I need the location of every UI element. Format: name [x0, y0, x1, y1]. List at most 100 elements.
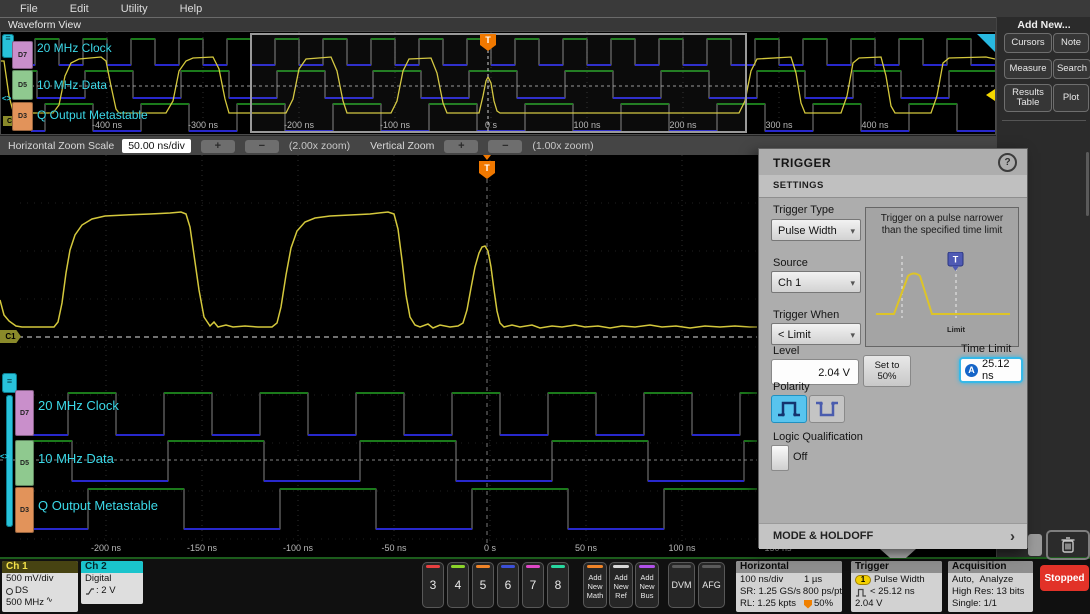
channel-button-7[interactable]: 7 — [522, 562, 544, 608]
channel-button-3[interactable]: 3 — [422, 562, 444, 608]
main-digital-group-bar[interactable] — [6, 395, 13, 527]
add-new-math-button[interactable]: Add New Math — [583, 562, 607, 608]
acquisition-badge[interactable]: Acquisition Auto, Analyze High Res: 13 b… — [948, 561, 1033, 612]
tab-settings[interactable]: SETTINGS — [773, 180, 824, 191]
trigger-panel-tabs: SETTINGS — [759, 175, 1027, 198]
ch1-badge[interactable]: Ch 1 500 mV/div DS 500 MHz ∿ — [2, 561, 78, 612]
trigger-type-label: Trigger Type — [773, 204, 835, 216]
trigger-badge[interactable]: Trigger 1 Pulse Width < 25.12 ns 2.04 V — [851, 561, 942, 612]
ch2-mode: Digital — [85, 573, 112, 584]
trigger-description-box: Trigger on a pulse narrower than the spe… — [865, 207, 1019, 347]
horizontal-badge[interactable]: Horizontal 100 ns/div 1 µs SR: 1.25 GS/s 8… — [736, 561, 842, 612]
mode-holdoff-bar[interactable]: MODE & HOLDOFF › — [759, 523, 1027, 549]
axis-tick-label: -400 ns — [91, 120, 123, 130]
main-d7-badge[interactable]: D7 — [15, 390, 34, 436]
afg-button[interactable]: AFG — [698, 562, 725, 608]
overview-plot: T — [1, 32, 995, 133]
chevron-down-icon: ▾ — [850, 226, 855, 236]
set-to-50-button[interactable]: Set to 50% — [863, 355, 911, 387]
menu-edit[interactable]: Edit — [58, 3, 101, 15]
main-d5-label: 10 MHz Data — [38, 451, 114, 466]
channel-button-8[interactable]: 8 — [547, 562, 569, 608]
zoom-window-box[interactable] — [250, 33, 747, 133]
horizontal-scale: 100 ns/div — [740, 574, 784, 585]
horizontal-duration: 1 µs — [804, 574, 823, 585]
diagram-trigger-flag-label: T — [953, 255, 959, 265]
vertical-zoom-out-button[interactable]: − — [488, 139, 523, 153]
axis-tick-label: 100 ns — [573, 120, 601, 130]
horizontal-zoom-scale-value[interactable]: 50.00 ns/div — [122, 139, 191, 153]
trigger-settings-panel: TRIGGER ? SETTINGS Trigger Type Pulse Wi… — [758, 148, 1028, 549]
help-icon[interactable]: ? — [998, 153, 1017, 172]
source-dropdown[interactable]: Ch 1 ▾ — [771, 271, 861, 293]
trigger-level-arrow-icon[interactable] — [986, 89, 995, 101]
horizontal-zoom-scale-label: Horizontal Zoom Scale — [8, 140, 115, 152]
trigger-description-text: Trigger on a pulse narrower than the spe… — [880, 213, 1004, 236]
acquisition-single: Single: 1/1 — [952, 598, 997, 609]
digital-group-expand-icon[interactable]: <> — [0, 452, 9, 461]
polarity-positive-button[interactable] — [771, 395, 807, 423]
overview-d7-label: 20 MHz Clock — [37, 41, 112, 55]
positive-pulse-icon — [778, 401, 800, 417]
overview-d7-badge[interactable]: D7 — [12, 41, 33, 69]
channel-color-stripe — [451, 565, 465, 568]
main-d3-badge[interactable]: D3 — [15, 487, 34, 533]
trigger-type-dropdown[interactable]: Pulse Width ▾ — [771, 219, 861, 241]
tab-waveform-view[interactable]: Waveform View — [0, 17, 1004, 32]
channel-button-4[interactable]: 4 — [447, 562, 469, 608]
main-trigger-flag-label: T — [484, 163, 490, 173]
axis-tick-label: 300 ns — [765, 120, 793, 130]
knob-a-icon: A — [965, 363, 978, 377]
dvm-stripe — [672, 565, 691, 568]
add-cursors-button[interactable]: Cursors — [1004, 33, 1052, 53]
menu-utility[interactable]: Utility — [109, 3, 160, 15]
channel-color-stripe — [551, 565, 565, 568]
channel-button-6[interactable]: 6 — [497, 562, 519, 608]
stopped-status-button[interactable]: Stopped — [1040, 565, 1089, 591]
polarity-negative-button[interactable] — [809, 395, 845, 423]
digital-group-expand-icon[interactable]: <> — [2, 94, 11, 103]
horizontal-record-length: RL: 1.25 kpts — [740, 598, 796, 609]
add-new-bus-button[interactable]: Add New Bus — [635, 562, 659, 608]
add-new-ref-button[interactable]: Add New Ref — [609, 562, 633, 608]
trigger-when-dropdown[interactable]: < Limit ▾ — [771, 323, 861, 345]
add-search-button[interactable]: Search — [1053, 59, 1090, 79]
axis-tick-label: 0 s — [484, 120, 497, 130]
add-measure-button[interactable]: Measure — [1004, 59, 1052, 79]
partially-hidden-button[interactable] — [1028, 534, 1042, 556]
logic-qualification-toggle[interactable] — [771, 445, 789, 471]
menu-bar: File Edit Utility Help — [0, 0, 1090, 18]
main-d7-label: 20 MHz Clock — [38, 398, 119, 413]
channel-button-label: 3 — [429, 578, 437, 592]
horizontal-zoom-out-button[interactable]: − — [244, 139, 279, 153]
sidebar-divider — [1002, 120, 1086, 121]
trigger-panel-title: TRIGGER — [773, 156, 832, 170]
main-d5-badge[interactable]: D5 — [15, 440, 34, 486]
sidebar-scrollbar[interactable] — [1086, 152, 1089, 216]
add-results-table-button[interactable]: Results Table — [1004, 84, 1052, 112]
pulse-width-diagram: T Limit — [876, 252, 1010, 334]
add-plot-button[interactable]: Plot — [1053, 84, 1089, 112]
ch2-badge[interactable]: Ch 2 Digital : 2 V — [81, 561, 143, 604]
add-button-label: Add New Ref — [613, 573, 629, 600]
menu-help[interactable]: Help — [168, 3, 215, 15]
horizontal-zoom-in-button[interactable]: + — [200, 139, 235, 153]
axis-tick-label: 400 ns — [861, 120, 889, 130]
add-button-color-stripe — [639, 565, 655, 568]
delete-button[interactable] — [1046, 530, 1090, 560]
horizontal-badge-title: Horizontal — [736, 561, 842, 573]
add-note-button[interactable]: Note — [1053, 33, 1089, 53]
chevron-right-icon: › — [1010, 528, 1015, 545]
channel-button-row: 3 4 5 6 7 8 — [422, 562, 569, 608]
draw-zoom-box-icon[interactable] — [977, 34, 995, 52]
time-limit-input[interactable]: A 25.12 ns — [959, 357, 1023, 383]
menu-file[interactable]: File — [8, 3, 50, 15]
axis-tick-label: -100 ns — [282, 543, 314, 553]
overview-d5-badge[interactable]: D5 — [12, 70, 33, 100]
dvm-button[interactable]: DVM — [668, 562, 695, 608]
channel-button-5[interactable]: 5 — [472, 562, 494, 608]
overview-trigger-flag-label: T — [485, 35, 491, 45]
vertical-zoom-in-button[interactable]: + — [444, 139, 479, 153]
horizontal-sample-rate: SR: 1.25 GS/s — [740, 586, 801, 597]
channel-button-label: 8 — [554, 578, 562, 592]
